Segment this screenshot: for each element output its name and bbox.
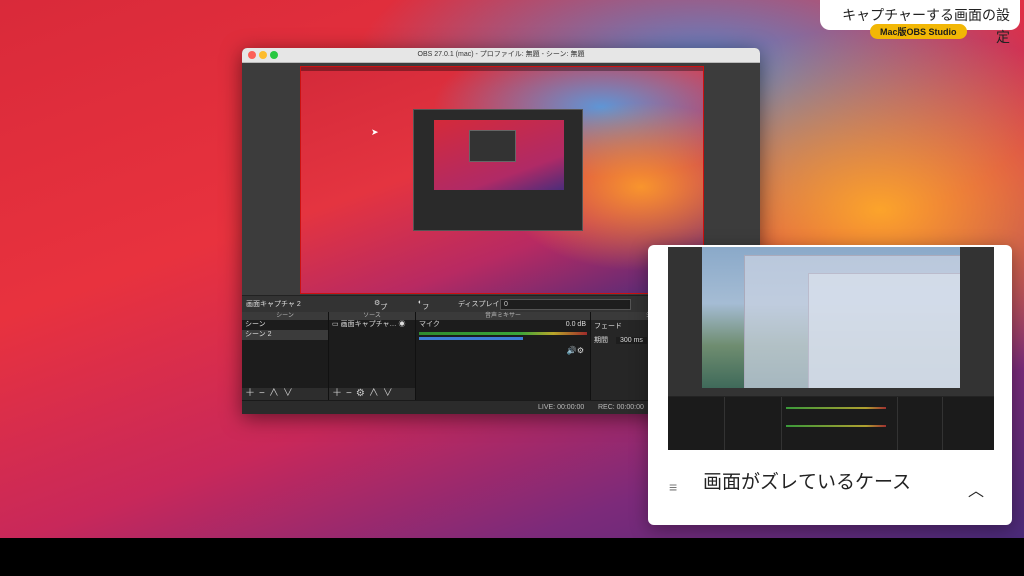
scenes-dock: シーン シーン シーン 2 ＋−∧∨ xyxy=(242,312,329,400)
eye-icon[interactable]: ◉ xyxy=(398,321,405,328)
sources-list: ▭ 画面キャプチャ… ◉ xyxy=(329,320,415,388)
audio-meter xyxy=(419,332,587,335)
obs-window-title: OBS 27.0.1 (mac) - プロファイル: 無題 - シーン: 無題 xyxy=(417,51,585,58)
live-status: LIVE: 00:00:00 xyxy=(538,404,585,411)
thumb-controls xyxy=(943,397,994,450)
mixer-body: マイク 0.0 dB 🔊⚙ xyxy=(416,320,590,400)
desktop-wallpaper: キャプチャーする画面の設定 Mac版OBS Studio OBS 27.0.1 … xyxy=(0,0,1024,538)
sources-controls[interactable]: ＋−⚙∧∨ xyxy=(329,388,415,400)
thumb-obs-docks xyxy=(668,388,994,450)
mixer-channel-name: マイク xyxy=(419,321,440,328)
nested-obs-capture xyxy=(413,109,583,231)
bottom-black-bar xyxy=(0,538,1024,576)
video-card[interactable]: ≡ 画面がズレているケース ︿ xyxy=(648,245,1012,525)
scene-item[interactable]: シーン 2 xyxy=(242,330,328,340)
mixer-header: 音声ミキサー xyxy=(416,312,590,320)
preview-canvas[interactable]: ➤ xyxy=(300,66,704,294)
thumb-transitions xyxy=(898,397,943,450)
sources-header: ソース xyxy=(329,312,415,320)
title-badge: キャプチャーする画面の設定 Mac版OBS Studio xyxy=(820,0,1020,45)
duration-label: 期間 xyxy=(594,337,608,344)
thumb-right-panel xyxy=(960,247,994,388)
thumb-sources xyxy=(725,397,782,450)
captured-menubar xyxy=(301,67,703,71)
mouse-cursor-icon: ➤ xyxy=(371,127,379,137)
filters-button[interactable]: ◐ フィルタ xyxy=(418,299,429,341)
scene-item[interactable]: シーン xyxy=(242,320,328,330)
rec-status: REC: 00:00:00 xyxy=(598,404,644,411)
nested-preview-inner xyxy=(469,130,516,162)
display-select[interactable]: 0 xyxy=(500,299,631,310)
mixer-level: 0.0 dB xyxy=(565,321,586,328)
scenes-header: シーン xyxy=(242,312,328,320)
thumb-mixer xyxy=(782,397,898,450)
duration-field[interactable]: 300 ms xyxy=(615,337,647,344)
subtitle-badge: Mac版OBS Studio xyxy=(870,24,967,39)
source-name: 画面キャプチャ 2 xyxy=(246,301,301,308)
obs-titlebar[interactable]: OBS 27.0.1 (mac) - プロファイル: 無題 - シーン: 無題 xyxy=(242,48,760,63)
thumb-offset-window-inner xyxy=(808,273,962,390)
scenes-controls[interactable]: ＋−∧∨ xyxy=(242,388,328,400)
menu-icon[interactable]: ≡ xyxy=(669,479,677,495)
zoom-window-button[interactable] xyxy=(270,51,278,59)
card-thumbnail xyxy=(668,247,994,450)
thumb-toolbar xyxy=(668,388,994,396)
mixer-dock: 音声ミキサー マイク 0.0 dB 🔊⚙ xyxy=(416,312,591,400)
scenes-list: シーン シーン 2 xyxy=(242,320,328,388)
display-label: ディスプレイ xyxy=(458,301,500,308)
volume-slider[interactable] xyxy=(419,337,524,340)
close-window-button[interactable] xyxy=(248,51,256,59)
source-item[interactable]: ▭ 画面キャプチャ… ◉ xyxy=(329,320,415,330)
sources-dock: ソース ▭ 画面キャプチャ… ◉ ＋−⚙∧∨ xyxy=(329,312,416,400)
thumb-meter xyxy=(786,407,886,409)
thumb-meter xyxy=(786,425,886,427)
thumb-left-panel xyxy=(668,247,702,388)
speaker-icon[interactable]: 🔊⚙ xyxy=(567,346,584,355)
card-caption: 画面がズレているケース xyxy=(703,472,912,493)
thumb-scenes xyxy=(668,397,725,450)
source-item-label: 画面キャプチャ… xyxy=(340,321,397,328)
properties-button[interactable]: ⚙ プロパティ xyxy=(374,299,387,351)
minimize-window-button[interactable] xyxy=(259,51,267,59)
monitor-icon: ▭ xyxy=(332,321,339,328)
chevron-up-icon[interactable]: ︿ xyxy=(968,477,984,501)
